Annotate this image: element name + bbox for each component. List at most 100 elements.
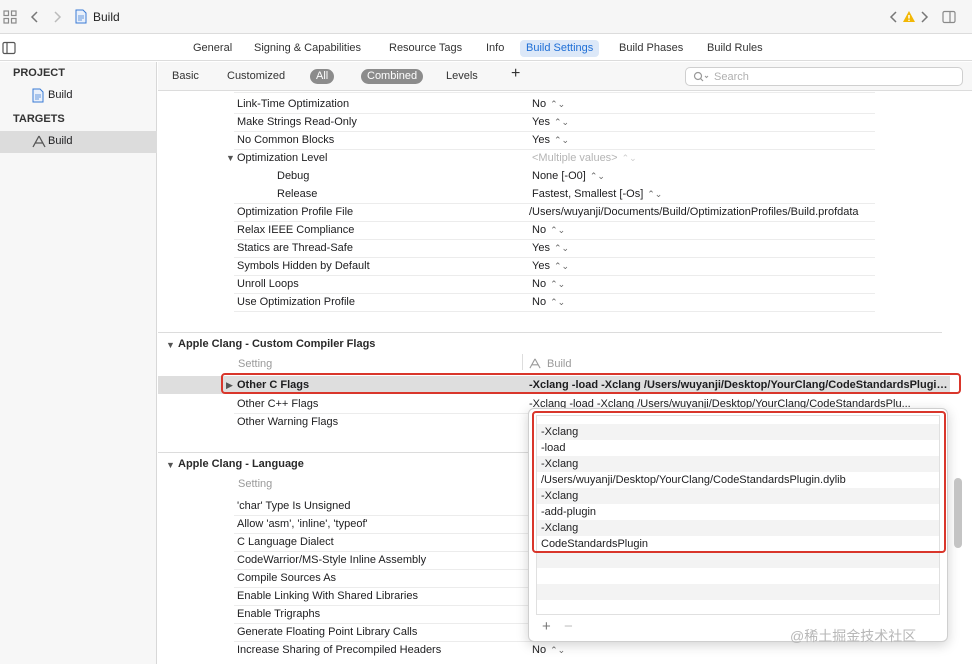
setting-name: Symbols Hidden by Default (237, 260, 370, 272)
setting-row-optimization-profile-file[interactable]: Optimization Profile File /Users/wuyanji… (158, 203, 972, 221)
highlight-other-c-flags (221, 373, 961, 394)
setting-row-relax-ieee-compliance[interactable]: Relax IEEE Compliance No ⌃⌄ (158, 221, 972, 239)
tab-build-phases[interactable]: Build Phases (613, 40, 689, 57)
add-setting-button[interactable]: + (505, 66, 526, 82)
setting-name: Generate Floating Point Library Calls (237, 626, 418, 638)
setting-name: Allow 'asm', 'inline', 'typeof' (237, 518, 368, 530)
section-divider (158, 332, 942, 333)
section-title-custom-compiler-flags[interactable]: Apple Clang - Custom Compiler Flags (178, 338, 375, 350)
search-field[interactable] (685, 67, 963, 86)
setting-name: Make Strings Read-Only (237, 116, 357, 128)
filter-all-button[interactable]: All (310, 69, 335, 84)
setting-name: Optimization Profile File (237, 206, 354, 218)
setting-value[interactable]: Yes ⌃⌄ (532, 260, 569, 272)
setting-name: C Language Dialect (237, 536, 334, 548)
row-divider (234, 257, 875, 258)
targets-header: TARGETS (13, 113, 65, 125)
navigator-toggle-icon[interactable] (2, 41, 16, 57)
setting-value[interactable]: No ⌃⌄ (532, 296, 565, 308)
grid-icon[interactable] (3, 10, 17, 26)
column-separator (522, 354, 523, 370)
setting-value[interactable]: /Users/wuyanji/Documents/Build/Optimizat… (529, 206, 859, 218)
setting-row-link-time-optimization[interactable]: Link-Time Optimization No ⌃⌄ (158, 95, 972, 113)
setting-name: Compile Sources As (237, 572, 337, 584)
setting-value[interactable]: Yes ⌃⌄ (532, 116, 569, 128)
setting-row-optimization-level-debug[interactable]: Debug None [-O0] ⌃⌄ (158, 167, 972, 185)
setting-value[interactable]: No ⌃⌄ (532, 224, 565, 236)
setting-name: Link-Time Optimization (237, 98, 350, 110)
setting-value[interactable]: No ⌃⌄ (532, 278, 565, 290)
tab-info[interactable]: Info (480, 40, 510, 57)
setting-row-make-strings-read-only[interactable]: Make Strings Read-Only Yes ⌃⌄ (158, 113, 972, 131)
setting-row-unroll-loops[interactable]: Unroll Loops No ⌃⌄ (158, 275, 972, 293)
tab-build-settings[interactable]: Build Settings (520, 40, 600, 57)
setting-value[interactable]: Fastest, Smallest [-Os] ⌃⌄ (532, 188, 662, 200)
inspector-toggle-icon[interactable] (942, 10, 956, 26)
project-targets-sidebar: PROJECT Build TARGETS Build (0, 62, 157, 664)
sidebar-item-target-build[interactable]: Build (0, 131, 157, 153)
tab-resource-tags[interactable]: Resource Tags (383, 40, 468, 57)
row-divider (234, 113, 875, 114)
row-divider (234, 239, 875, 240)
sidebar-item-project-build[interactable]: Build (0, 85, 157, 107)
setting-row-optimization-level[interactable]: ▼ Optimization Level <Multiple values> ⌃⌄ (158, 149, 972, 167)
row-divider (234, 311, 875, 312)
warning-icon[interactable] (902, 10, 916, 25)
vertical-scrollbar[interactable] (954, 478, 962, 548)
sidebar-item-label: Build (48, 89, 73, 101)
row-divider (234, 131, 875, 132)
column-header-setting: Setting (238, 358, 273, 370)
app-target-icon (32, 135, 46, 150)
setting-value[interactable]: None [-O0] ⌃⌄ (532, 170, 605, 182)
setting-value[interactable]: <Multiple values> ⌃⌄ (532, 152, 637, 164)
setting-name: Enable Trigraphs (237, 608, 321, 620)
row-divider (234, 149, 875, 150)
remove-item-button[interactable]: − (564, 618, 573, 635)
section-disclosure-icon[interactable]: ▼ (166, 460, 175, 470)
forward-icon[interactable] (52, 10, 62, 26)
setting-value[interactable]: Yes ⌃⌄ (532, 134, 569, 146)
tab-build-rules[interactable]: Build Rules (701, 40, 769, 57)
setting-value[interactable]: No ⌃⌄ (532, 98, 565, 110)
column-header-target: Build (547, 358, 572, 370)
setting-row-use-optimization-profile[interactable]: Use Optimization Profile No ⌃⌄ (158, 293, 972, 311)
setting-name: Statics are Thread-Safe (237, 242, 353, 254)
filter-levels-button[interactable]: Levels (440, 69, 484, 84)
back-icon[interactable] (30, 10, 40, 26)
highlight-flags-list (532, 411, 946, 553)
setting-row-symbols-hidden[interactable]: Symbols Hidden by Default Yes ⌃⌄ (158, 257, 972, 275)
setting-row-no-common-blocks[interactable]: No Common Blocks Yes ⌃⌄ (158, 131, 972, 149)
setting-value[interactable]: No ⌃⌄ (532, 644, 565, 656)
column-header-setting: Setting (238, 478, 273, 490)
setting-row-optimization-level-release[interactable]: Release Fastest, Smallest [-Os] ⌃⌄ (158, 185, 972, 203)
project-file-icon (75, 9, 87, 26)
row-divider (234, 293, 875, 294)
setting-name: Optimization Level (237, 152, 328, 164)
list-item-empty (537, 552, 939, 568)
setting-name: No Common Blocks (237, 134, 335, 146)
section-disclosure-icon[interactable]: ▼ (166, 340, 175, 350)
setting-name: Debug (277, 170, 310, 182)
setting-value[interactable]: Yes ⌃⌄ (532, 242, 569, 254)
app-target-icon (529, 358, 541, 372)
setting-name: Other C++ Flags (237, 398, 319, 410)
list-item-empty (537, 584, 939, 600)
search-input[interactable] (714, 70, 954, 83)
filter-combined-button[interactable]: Combined (361, 69, 424, 84)
tab-general[interactable]: General (187, 40, 238, 57)
tab-signing-capabilities[interactable]: Signing & Capabilities (248, 40, 367, 57)
add-item-button[interactable]: + (542, 618, 551, 635)
setting-name: Enable Linking With Shared Libraries (237, 590, 418, 602)
setting-row-statics-thread-safe[interactable]: Statics are Thread-Safe Yes ⌃⌄ (158, 239, 972, 257)
issue-forward-icon[interactable] (919, 10, 929, 26)
issue-back-icon[interactable] (889, 10, 899, 26)
setting-name: Release (277, 188, 318, 200)
setting-name: Use Optimization Profile (237, 296, 355, 308)
row-divider (234, 203, 875, 204)
section-title-language[interactable]: Apple Clang - Language (178, 458, 304, 470)
editor-tab-bar: General Signing & Capabilities Resource … (0, 34, 972, 61)
filter-customized-button[interactable]: Customized (221, 69, 291, 84)
disclosure-expanded-icon[interactable]: ▼ (226, 153, 235, 163)
filter-basic-button[interactable]: Basic (166, 69, 205, 84)
window-title: Build (93, 10, 120, 24)
